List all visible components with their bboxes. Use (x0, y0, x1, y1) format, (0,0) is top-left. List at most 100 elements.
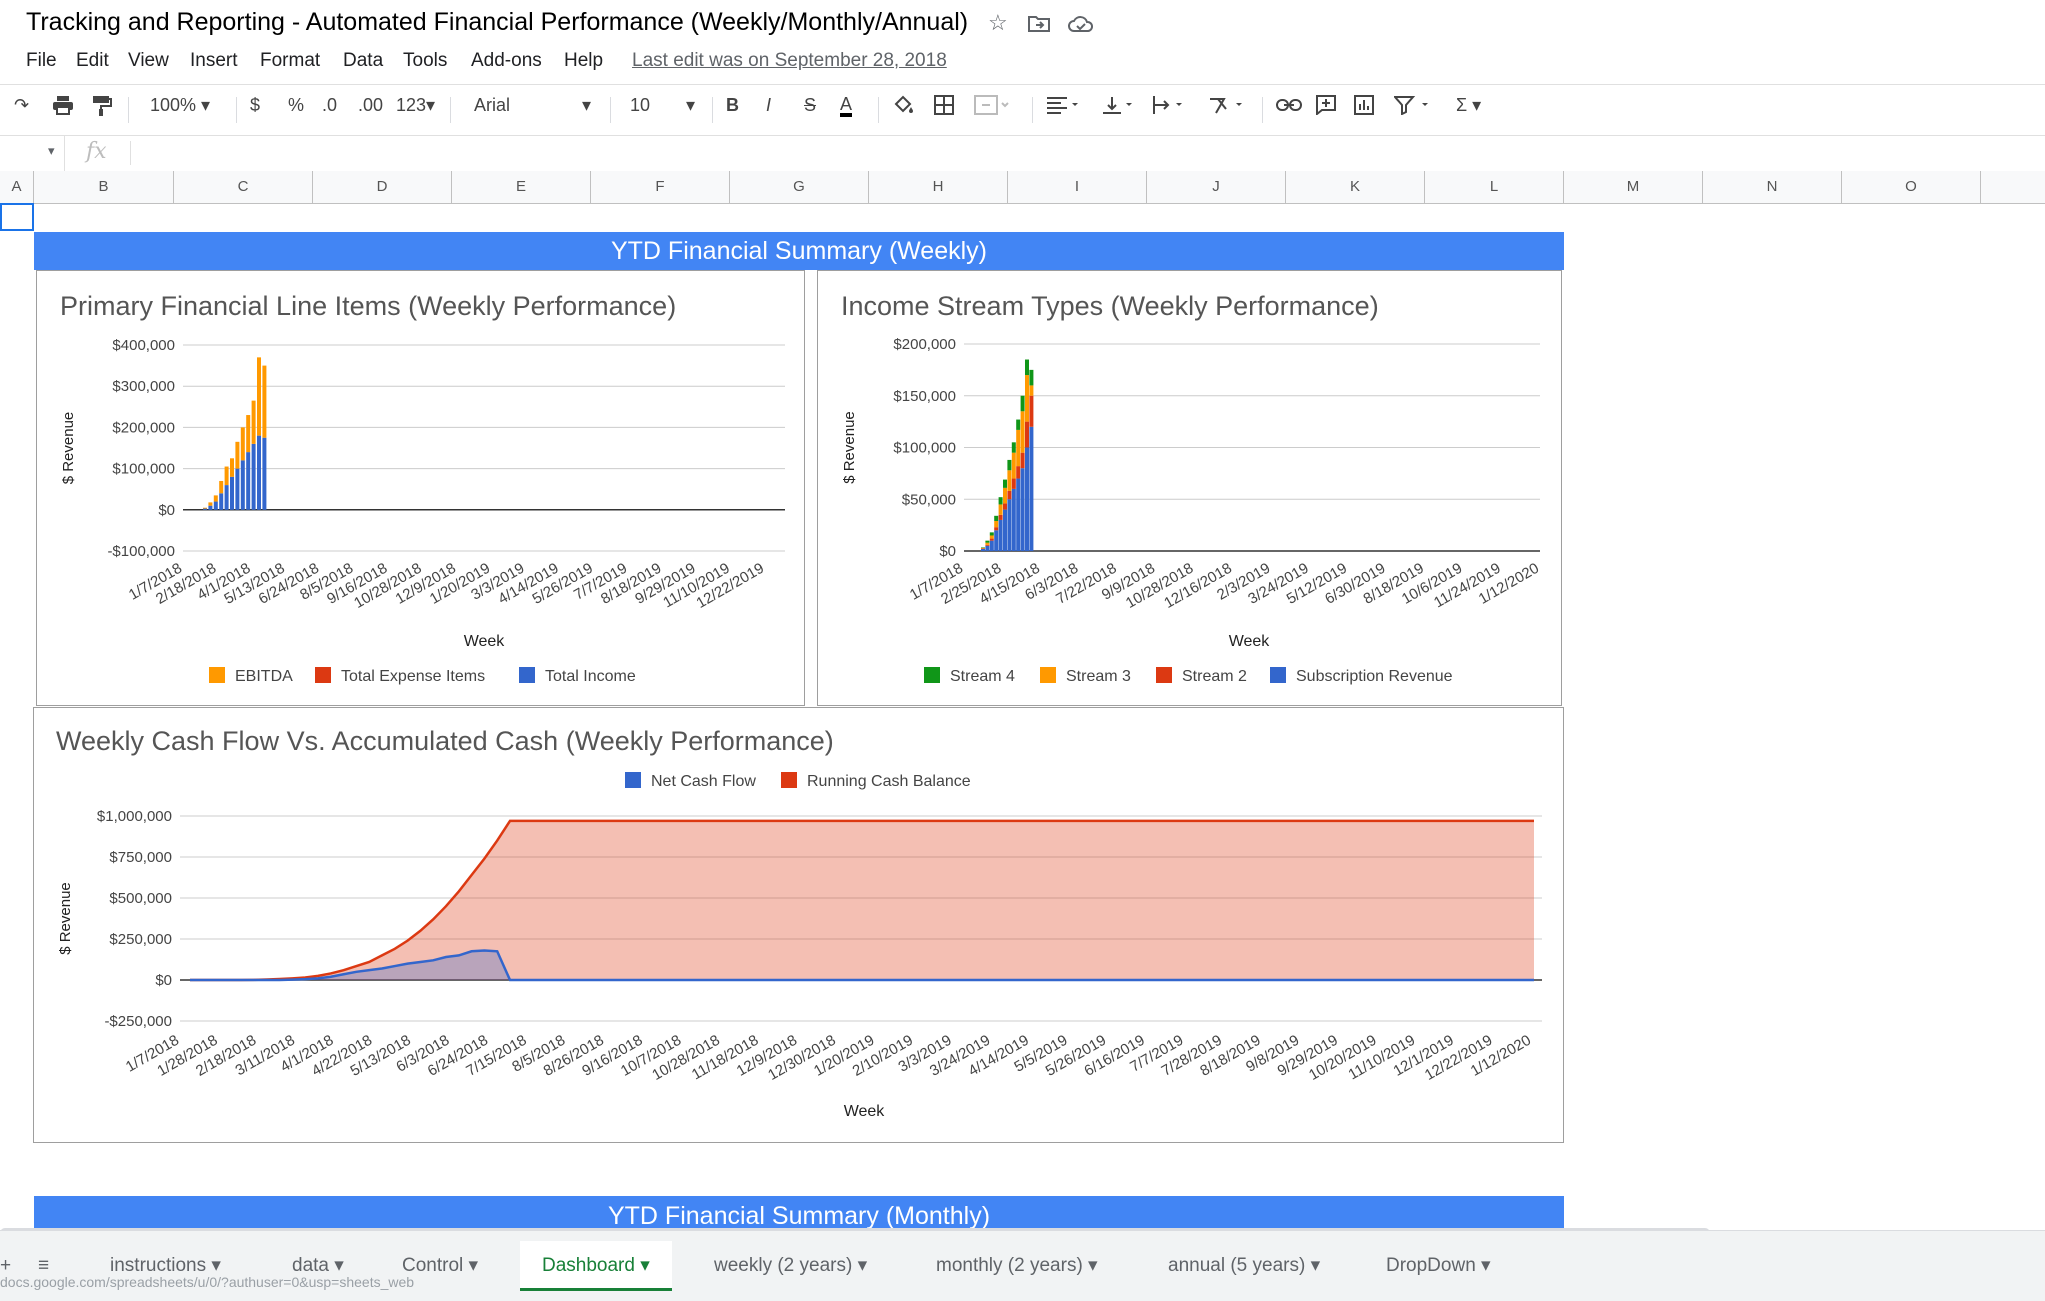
column-header[interactable]: F (591, 171, 730, 203)
italic-button[interactable]: I (766, 95, 771, 116)
borders-icon[interactable] (934, 95, 954, 120)
redo-icon[interactable]: ↷ (14, 95, 29, 116)
increase-decimal-button[interactable]: .00 (358, 95, 383, 116)
cash-flow-chart[interactable]: Weekly Cash Flow Vs. Accumulated Cash (W… (33, 707, 1564, 1143)
functions-icon[interactable]: Σ ▾ (1456, 95, 1481, 116)
column-header[interactable]: K (1286, 171, 1425, 203)
filter-icon[interactable] (1392, 95, 1434, 120)
bar (1029, 395, 1034, 427)
menu-file[interactable]: File (26, 50, 57, 72)
menu-data[interactable]: Data (343, 50, 383, 72)
bar (1011, 488, 1016, 551)
bar (989, 538, 994, 541)
y-tick-label: -$100,000 (107, 543, 175, 560)
bar (203, 507, 207, 509)
formula-input[interactable] (140, 139, 2020, 167)
title-bar: Tracking and Reporting - Automated Finan… (0, 0, 2045, 48)
menu-view[interactable]: View (128, 50, 169, 72)
selected-cell[interactable] (0, 203, 34, 231)
currency-button[interactable]: $ (250, 95, 260, 116)
bar (1007, 490, 1012, 500)
column-header[interactable]: C (174, 171, 313, 203)
menu-edit[interactable]: Edit (76, 50, 109, 72)
y-tick-label: $150,000 (893, 388, 956, 405)
bar (1011, 442, 1016, 453)
chart-plot: $400,000 $300,000 $200,000 $100,000 $0 -$100,… (60, 337, 785, 685)
bar (208, 505, 213, 510)
decrease-decimal-button[interactable]: .0 (322, 95, 337, 116)
column-header[interactable]: J (1147, 171, 1286, 203)
text-wrap-icon[interactable] (1152, 95, 1188, 120)
tab-weekly[interactable]: weekly (2 years) ▾ (694, 1241, 887, 1291)
bar (1020, 468, 1025, 551)
align-icon[interactable] (1046, 95, 1082, 120)
vertical-align-icon[interactable] (1102, 95, 1138, 120)
bold-button[interactable]: B (726, 95, 739, 116)
last-edit-link[interactable]: Last edit was on September 28, 2018 (632, 50, 947, 72)
column-header[interactable]: G (730, 171, 869, 203)
star-icon[interactable]: ☆ (988, 10, 1008, 36)
menu-tools[interactable]: Tools (403, 50, 447, 72)
column-header[interactable]: M (1564, 171, 1703, 203)
legend-label: Stream 2 (1182, 668, 1247, 685)
menu-help[interactable]: Help (564, 50, 603, 72)
column-header[interactable]: E (452, 171, 591, 203)
more-formats-select[interactable]: 123▾ (396, 95, 435, 116)
strikethrough-button[interactable]: S (804, 95, 816, 116)
zoom-select[interactable]: 100% ▾ (150, 95, 210, 116)
tab-monthly[interactable]: monthly (2 years) ▾ (916, 1241, 1118, 1291)
bar (981, 548, 985, 551)
column-header[interactable]: N (1703, 171, 1842, 203)
text-rotation-icon[interactable] (1208, 95, 1248, 120)
document-title[interactable]: Tracking and Reporting - Automated Finan… (26, 8, 968, 37)
insert-chart-icon[interactable] (1354, 95, 1374, 120)
column-header[interactable]: O (1842, 171, 1981, 203)
column-header[interactable]: D (313, 171, 452, 203)
insert-link-icon[interactable] (1276, 95, 1302, 120)
merge-cells-icon[interactable] (974, 95, 1010, 120)
font-size-select[interactable]: 10 ▾ (630, 95, 700, 116)
column-header[interactable]: B (34, 171, 174, 203)
primary-line-items-chart[interactable]: Primary Financial Line Items (Weekly Per… (36, 270, 805, 706)
income-stream-types-chart[interactable]: Income Stream Types (Weekly Performance)… (817, 270, 1562, 706)
legend-swatch (209, 667, 225, 683)
tab-annual[interactable]: annual (5 years) ▾ (1148, 1241, 1340, 1291)
y-tick-label: $750,000 (109, 849, 172, 866)
percent-button[interactable]: % (288, 95, 304, 116)
cloud-status-icon[interactable] (1068, 13, 1094, 39)
column-header[interactable]: I (1008, 171, 1147, 203)
bar (213, 501, 218, 510)
paint-format-icon[interactable] (92, 95, 112, 122)
fill-color-icon[interactable] (892, 95, 914, 120)
bar (1025, 447, 1029, 551)
name-box[interactable]: ▾ (0, 135, 65, 171)
y-axis-title: $ Revenue (57, 882, 74, 955)
insert-comment-icon[interactable] (1316, 95, 1336, 120)
bar (981, 548, 985, 549)
tab-dashboard[interactable]: Dashboard ▾ (520, 1241, 672, 1291)
column-headers: A B C D E F G H I J K L M N O (0, 171, 2045, 204)
menu-insert[interactable]: Insert (190, 50, 238, 72)
menu-format[interactable]: Format (260, 50, 320, 72)
legend-swatch (315, 667, 331, 683)
bar (981, 547, 985, 549)
column-header[interactable]: A (0, 171, 34, 203)
y-tick-label: $100,000 (112, 461, 175, 478)
column-header[interactable]: H (869, 171, 1008, 203)
bar (1025, 375, 1029, 422)
font-select[interactable]: Arial ▾ (474, 95, 594, 116)
menu-addons[interactable]: Add-ons (471, 50, 542, 72)
bar (251, 400, 256, 444)
tab-label: instructions (110, 1255, 207, 1276)
formula-bar: ▾ fx (0, 135, 2045, 172)
column-header[interactable]: L (1425, 171, 1564, 203)
tab-dropdown[interactable]: DropDown ▾ (1366, 1241, 1511, 1291)
print-icon[interactable] (52, 95, 74, 120)
zoom-value: 100% (150, 95, 197, 115)
move-to-folder-icon[interactable] (1028, 12, 1050, 38)
tab-label: data (292, 1255, 329, 1276)
text-color-button[interactable]: A (840, 95, 853, 117)
legend-label: Total Income (545, 668, 636, 685)
bar (1016, 429, 1021, 467)
bar (998, 514, 1003, 520)
